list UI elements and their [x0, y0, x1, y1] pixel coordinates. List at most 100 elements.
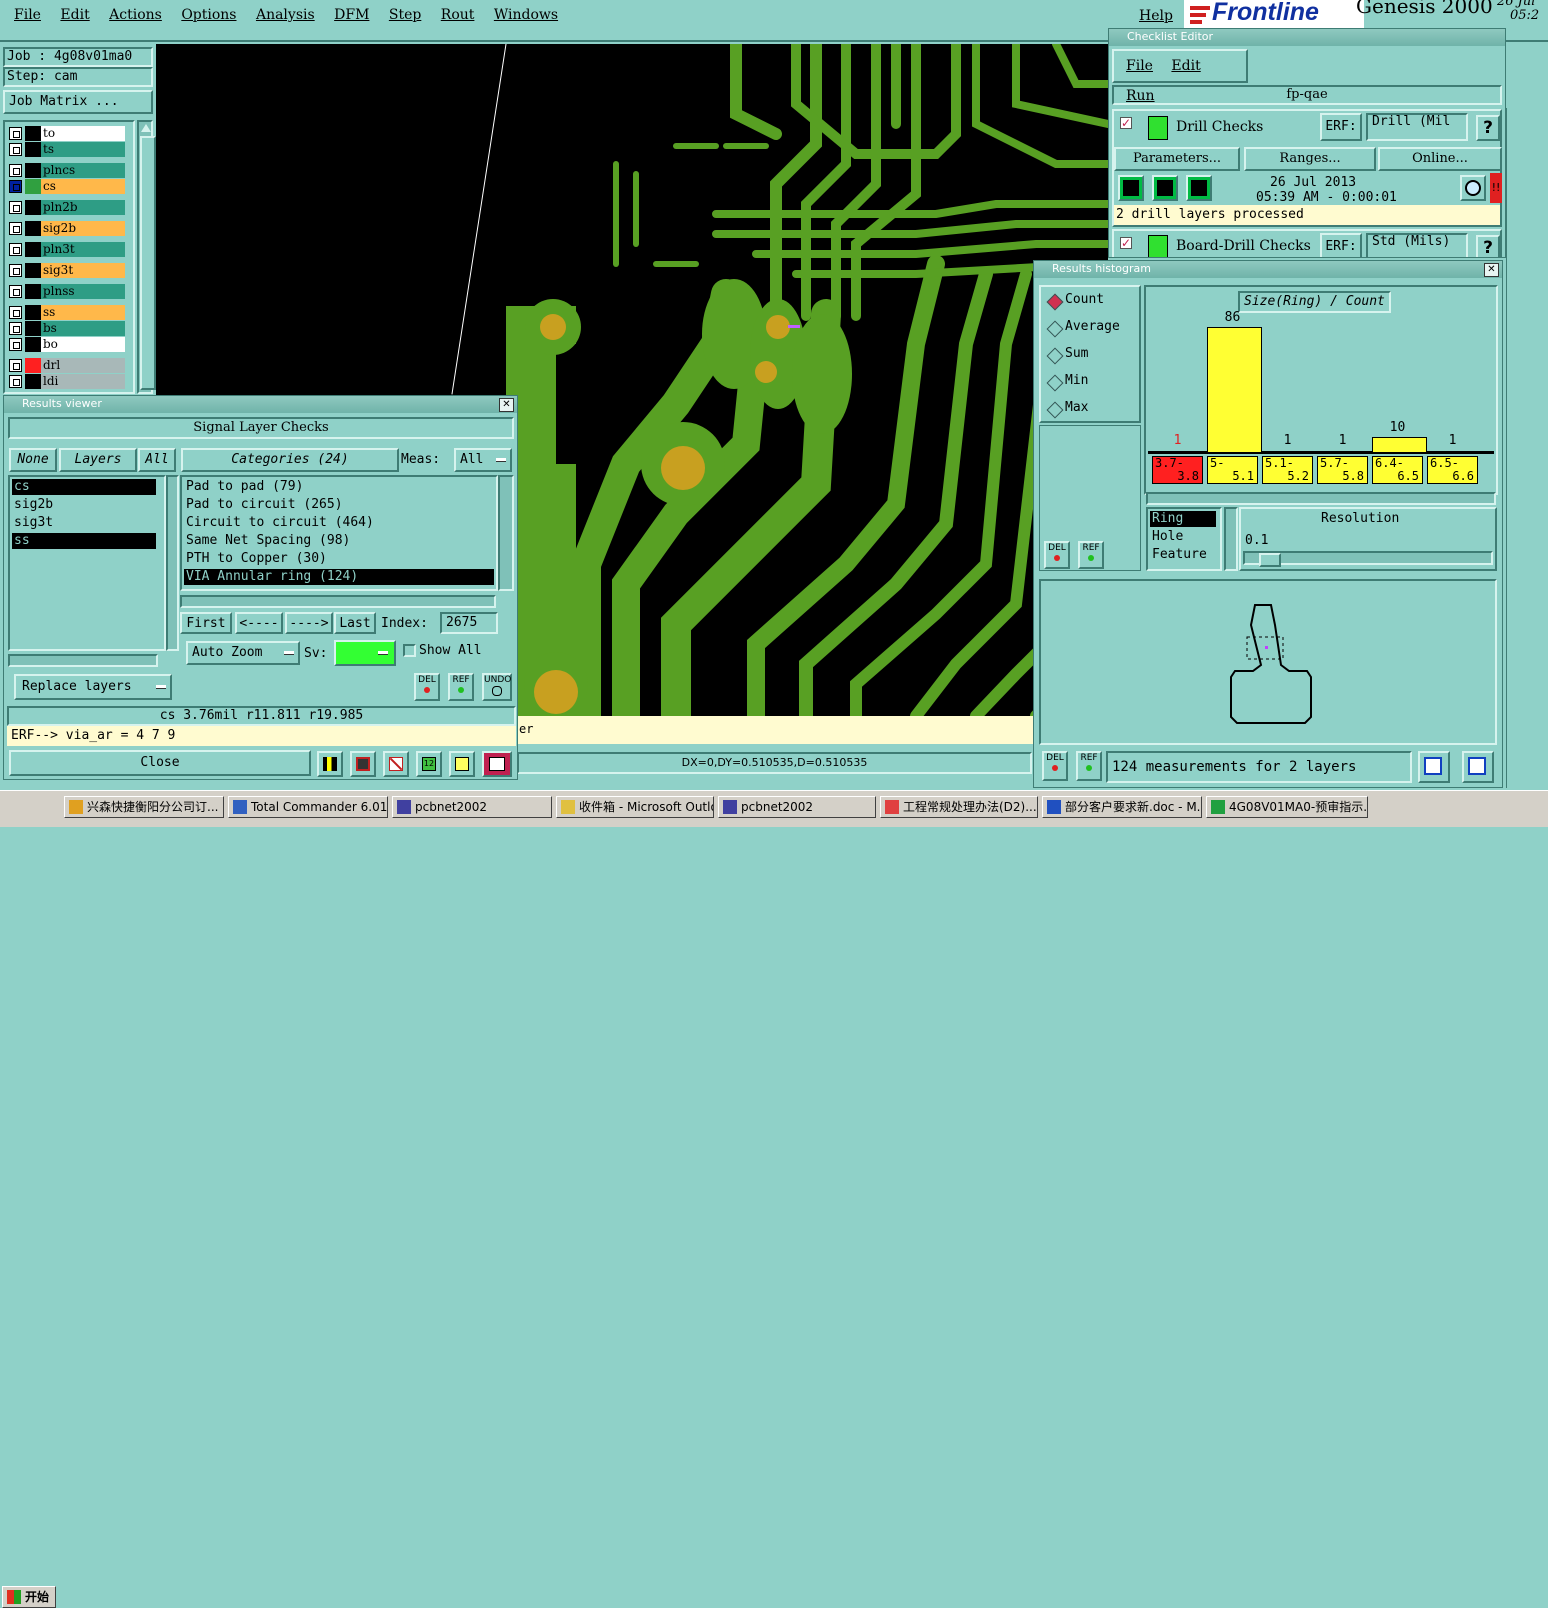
- taskbar-item[interactable]: 4G08V01MA0-预审指示.xls: [1206, 796, 1368, 818]
- next-button[interactable]: ---->: [285, 612, 333, 634]
- category-list-item[interactable]: Circuit to circuit (464): [184, 515, 494, 531]
- check2-checkbox[interactable]: ✓: [1120, 237, 1132, 249]
- category-list-item[interactable]: PTH to Copper (30): [184, 551, 494, 567]
- category-list-item[interactable]: Pad to pad (79): [184, 479, 494, 495]
- histogram-bar[interactable]: [1207, 327, 1262, 453]
- window-layout-button-1[interactable]: [1418, 751, 1450, 783]
- resolution-slider[interactable]: [1243, 551, 1493, 567]
- mode-radio-max[interactable]: [1046, 401, 1064, 419]
- menu-options[interactable]: Options: [181, 7, 236, 23]
- histogram-bar[interactable]: [1372, 436, 1427, 453]
- online-button[interactable]: Online...: [1378, 147, 1502, 171]
- layer-checkbox[interactable]: [9, 322, 22, 335]
- ranges-button[interactable]: Ranges...: [1244, 147, 1376, 171]
- histogram-button[interactable]: [482, 751, 512, 777]
- check2-erf-value[interactable]: Std (Mils): [1366, 233, 1468, 257]
- histogram-category-label[interactable]: 5- 5.1: [1207, 456, 1258, 484]
- job-matrix-button[interactable]: Job Matrix ...: [3, 90, 153, 114]
- layer-row-bo[interactable]: bo: [9, 337, 125, 352]
- histogram-category-label[interactable]: 6.5- 6.6: [1427, 456, 1478, 484]
- taskbar-item[interactable]: pcbnet2002: [718, 796, 876, 818]
- layer-row-ldi[interactable]: ldi: [9, 374, 125, 389]
- layer-selection-scrollbar[interactable]: [166, 475, 179, 651]
- run-action-button-2[interactable]: [1152, 175, 1178, 201]
- layer-checkbox[interactable]: [9, 180, 22, 193]
- footer-ref-button[interactable]: REF: [1076, 751, 1102, 781]
- taskbar-item[interactable]: pcbnet2002: [392, 796, 552, 818]
- menu-rout[interactable]: Rout: [441, 7, 475, 23]
- close-icon[interactable]: ✕: [1484, 263, 1499, 277]
- type-list[interactable]: Ring Hole Feature: [1146, 507, 1222, 571]
- all-button[interactable]: All: [138, 448, 176, 472]
- check1-erf-value[interactable]: Drill (Mil: [1366, 113, 1468, 141]
- ref-button[interactable]: REF: [448, 673, 474, 701]
- checklist-menu-file[interactable]: File: [1126, 58, 1153, 74]
- layer-checkbox[interactable]: [9, 164, 22, 177]
- layer-row-plnss[interactable]: plnss: [9, 284, 125, 299]
- histogram-titlebar[interactable]: Results histogram ✕: [1034, 261, 1502, 278]
- layer-list-scrollbar[interactable]: [137, 120, 156, 394]
- layer-list-item[interactable]: cs: [12, 479, 156, 495]
- window-layout-button-2[interactable]: [1462, 751, 1494, 783]
- auto-zoom-select[interactable]: Auto Zoom: [186, 641, 300, 665]
- layer-row-ss[interactable]: ss: [9, 305, 125, 320]
- layer-checkbox[interactable]: [9, 222, 22, 235]
- close-icon[interactable]: ✕: [499, 398, 514, 412]
- layer-row-plncs[interactable]: plncs: [9, 163, 125, 178]
- hist-ref-button[interactable]: REF: [1078, 541, 1104, 569]
- mode-radio-count[interactable]: [1046, 293, 1064, 311]
- resolution-slider-thumb[interactable]: [1259, 553, 1281, 567]
- category-list[interactable]: Pad to pad (79) Pad to circuit (265) Circu…: [180, 475, 498, 591]
- menu-actions[interactable]: Actions: [109, 7, 162, 23]
- hist-del-button[interactable]: DEL: [1044, 541, 1070, 569]
- histogram-category-label[interactable]: 3.7- 3.8: [1152, 456, 1203, 484]
- none-button[interactable]: None: [9, 448, 57, 472]
- layer-checkbox[interactable]: [9, 127, 22, 140]
- layer-checkbox[interactable]: [9, 243, 22, 256]
- last-button[interactable]: Last: [334, 612, 376, 634]
- menu-edit[interactable]: Edit: [60, 7, 89, 23]
- layer-row-pln2b[interactable]: pln2b: [9, 200, 125, 215]
- replace-layers-select[interactable]: Replace layers: [14, 674, 172, 700]
- mode-radio-average[interactable]: [1046, 320, 1064, 338]
- layer-row-to[interactable]: to: [9, 126, 125, 141]
- taskbar-item[interactable]: 部分客户要求新.doc - M...: [1042, 796, 1202, 818]
- scroll-thumb[interactable]: [140, 136, 156, 390]
- check1-help-button[interactable]: ?: [1476, 115, 1500, 141]
- taskbar-item[interactable]: 收件箱 - Microsoft Outlook: [556, 796, 714, 818]
- meas-select[interactable]: All: [454, 448, 512, 472]
- check2-help-button[interactable]: ?: [1476, 235, 1500, 257]
- taskbar-item[interactable]: 兴森快捷衡阳分公司订...: [64, 796, 224, 818]
- layer-checkbox[interactable]: [9, 143, 22, 156]
- layer-row-ts[interactable]: ts: [9, 142, 125, 157]
- del-button[interactable]: DEL: [414, 673, 440, 701]
- layer-row-cs[interactable]: cs: [9, 179, 125, 194]
- layer-list-item[interactable]: ss: [12, 533, 156, 549]
- index-input[interactable]: 2675: [440, 612, 498, 634]
- report-button[interactable]: [449, 751, 475, 777]
- results-viewer-titlebar[interactable]: Results viewer ✕: [4, 396, 517, 413]
- checklist-titlebar[interactable]: Checklist Editor: [1109, 29, 1505, 46]
- type-list-item[interactable]: Ring: [1150, 511, 1216, 527]
- checklist-menu-edit[interactable]: Edit: [1171, 58, 1200, 74]
- category-hscroll[interactable]: [180, 595, 496, 608]
- type-list-item[interactable]: Hole: [1150, 529, 1216, 545]
- footer-del-button[interactable]: DEL: [1042, 751, 1068, 781]
- layer-selection-list[interactable]: cs sig2b sig3t ss: [8, 475, 166, 651]
- layer-list-item[interactable]: sig2b: [12, 497, 156, 513]
- layer-row-bs[interactable]: bs: [9, 321, 125, 336]
- scroll-up-arrow-icon[interactable]: [141, 124, 151, 132]
- mode-radio-sum[interactable]: [1046, 347, 1064, 365]
- layer-row-drl[interactable]: drl: [9, 358, 125, 373]
- prev-button[interactable]: <----: [235, 612, 283, 634]
- type-list-item[interactable]: Feature: [1150, 547, 1216, 563]
- zoom-button[interactable]: [1460, 175, 1486, 201]
- histogram-category-label[interactable]: 5.7- 5.8: [1317, 456, 1368, 484]
- undo-button[interactable]: UNDO: [482, 673, 512, 701]
- layer-selection-hscroll[interactable]: [8, 654, 158, 667]
- layer-checkbox[interactable]: [9, 264, 22, 277]
- show-all-checkbox[interactable]: [403, 644, 416, 657]
- category-scrollbar[interactable]: [498, 475, 514, 591]
- category-list-item[interactable]: VIA Annular ring (124): [184, 569, 494, 585]
- menu-windows[interactable]: Windows: [494, 7, 558, 23]
